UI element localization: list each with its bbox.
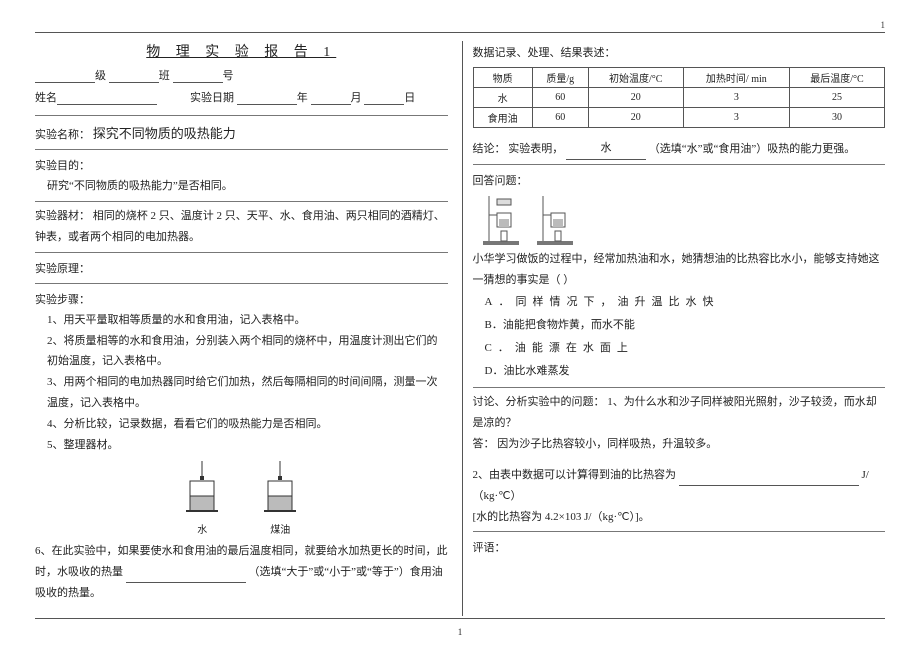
- qa-label: 回答问题：: [473, 172, 886, 188]
- cell: 3: [683, 108, 789, 128]
- equipment-value: 相同的烧杯 2 只、温度计 2 只、天平、水、食用油、两只相同的酒精灯、钟表，或…: [35, 210, 445, 243]
- page-number-bottom: 1: [35, 627, 885, 637]
- cell: 60: [532, 108, 588, 128]
- qa-intro: 小华学习做饭的过程中，经常加热油和水，她猜想油的比热容比水小，能够支持她这一猜想…: [473, 249, 886, 291]
- cell: 20: [588, 88, 683, 108]
- steps-list: 1、用天平量取相等质量的水和食用油，记入表格中。 2、将质量相等的水和食用油，分…: [35, 310, 448, 456]
- beaker-oil-icon: [256, 461, 304, 521]
- number-label: 号: [223, 70, 234, 82]
- records-label: 数据记录、处理、结果表述：: [473, 44, 886, 60]
- step-1: 1、用天平量取相等质量的水和食用油，记入表格中。: [47, 310, 448, 331]
- class-label: 班: [159, 70, 170, 82]
- conclusion-row: 结论： 实验表明， 水 （选填“水”或“食用油”）吸热的能力更强。: [473, 138, 886, 160]
- option-d[interactable]: D．油比水难蒸发: [485, 360, 886, 383]
- table-row: 水 60 20 3 25: [473, 88, 885, 108]
- two-column-layout: 物 理 实 验 报 告 1 级 班 号 姓名 实验日期 年 月 日 实验名称： …: [35, 41, 885, 616]
- col-initial-temp: 初始温度/°C: [588, 68, 683, 88]
- conclusion-post: （选填“水”或“食用油”）吸热的能力更强。: [649, 143, 856, 155]
- beaker-water-label: 水: [178, 521, 226, 536]
- data-table: 物质 质量/g 初始温度/°C 加热时间/ min 最后温度/°C 水 60 2…: [473, 67, 886, 128]
- purpose-value: 研究“不同物质的吸热能力”是否相同。: [35, 176, 448, 197]
- year-label: 年: [297, 92, 308, 104]
- month-blank[interactable]: [311, 104, 351, 105]
- question-6: 6、在此实验中，如果要使水和食用油的最后温度相同，就要给水加热更长的时间，此时，…: [35, 541, 448, 604]
- page-number-top: 1: [35, 20, 885, 30]
- option-c[interactable]: C．油能漂在水面上: [485, 337, 886, 360]
- q2-text: 2、由表中数据可以计算得到油的比热容为: [473, 469, 677, 481]
- discussion: 讨论、分析实验中的问题： 1、为什么水和沙子同样被阳光照射，沙子较烫，而水却是凉…: [473, 392, 886, 455]
- beaker-diagram: 水 煤油: [35, 461, 448, 536]
- option-a[interactable]: A．同样情况下，油升温比水快: [485, 291, 886, 314]
- bottom-rule: [35, 618, 885, 619]
- date-label: 实验日期: [190, 92, 234, 104]
- class-blank[interactable]: [109, 82, 159, 83]
- options: A．同样情况下，油升温比水快 B．油能把食物炸黄，而水不能 C．油能漂在水面上 …: [473, 291, 886, 383]
- name-date-line: 姓名 实验日期 年 月 日: [35, 89, 448, 105]
- day-label: 日: [404, 92, 415, 104]
- col-final-temp: 最后温度/°C: [789, 68, 884, 88]
- steps-label: 实验步骤：: [35, 291, 448, 307]
- equipment-label: 实验器材：: [35, 210, 90, 222]
- purpose-label: 实验目的：: [35, 157, 448, 173]
- beaker-water: 水: [178, 461, 226, 536]
- table-header-row: 物质 质量/g 初始温度/°C 加热时间/ min 最后温度/°C: [473, 68, 885, 88]
- exp-name-label: 实验名称：: [35, 129, 90, 141]
- cell: 20: [588, 108, 683, 128]
- left-column: 物 理 实 验 报 告 1 级 班 号 姓名 实验日期 年 月 日 实验名称： …: [35, 41, 448, 616]
- conclusion-blank[interactable]: 水: [566, 138, 646, 160]
- question-2: 2、由表中数据可以计算得到油的比热容为 J/（kg·℃） [水的比热容为 4.2…: [473, 465, 886, 528]
- cell: 食用油: [473, 108, 532, 128]
- beaker-oil-label: 煤油: [256, 521, 304, 536]
- cell: 水: [473, 88, 532, 108]
- conclusion-label: 结论：: [473, 143, 506, 155]
- number-blank[interactable]: [173, 82, 223, 83]
- grade-blank[interactable]: [35, 82, 95, 83]
- year-blank[interactable]: [237, 104, 297, 105]
- beaker-oil: 煤油: [256, 461, 304, 536]
- table-row: 食用油 60 20 3 30: [473, 108, 885, 128]
- col-substance: 物质: [473, 68, 532, 88]
- cell: 60: [532, 88, 588, 108]
- report-title: 物 理 实 验 报 告 1: [35, 41, 448, 61]
- step-5: 5、整理器材。: [47, 435, 448, 456]
- step-4: 4、分析比较，记录数据，看看它们的吸热能力是否相同。: [47, 414, 448, 435]
- name-blank[interactable]: [57, 104, 157, 105]
- retort-stand-icon: [533, 191, 579, 249]
- right-column: 数据记录、处理、结果表述： 物质 质量/g 初始温度/°C 加热时间/ min …: [462, 41, 886, 616]
- exp-name-row: 实验名称： 探究不同物质的吸热能力: [35, 123, 448, 142]
- beaker-water-icon: [178, 461, 226, 521]
- conclusion-pre: 实验表明，: [508, 143, 563, 155]
- grade-label: 级: [95, 70, 106, 82]
- day-blank[interactable]: [364, 104, 404, 105]
- col-heat-time: 加热时间/ min: [683, 68, 789, 88]
- top-rule: [35, 32, 885, 33]
- equipment-row: 实验器材： 相同的烧杯 2 只、温度计 2 只、天平、水、食用油、两只相同的酒精…: [35, 206, 448, 248]
- q2-blank[interactable]: [679, 485, 859, 486]
- principle-label: 实验原理：: [35, 260, 448, 276]
- step-3: 3、用两个相同的电加热器同时给它们加热，然后每隔相同的时间间隔，测量一次温度，记…: [47, 372, 448, 414]
- cell: 3: [683, 88, 789, 108]
- step-2: 2、将质量相等的水和食用油，分别装入两个相同的烧杯中，用温度计测出它们的初始温度…: [47, 331, 448, 373]
- answer-label: 答：: [473, 438, 495, 450]
- discuss-answer: 因为沙子比热容较小，同样吸热，升温较多。: [497, 438, 717, 450]
- cell: 25: [789, 88, 884, 108]
- name-label: 姓名: [35, 92, 57, 104]
- discuss-label: 讨论、分析实验中的问题：: [473, 396, 605, 408]
- month-label: 月: [351, 92, 362, 104]
- exp-name-value: 探究不同物质的吸热能力: [93, 126, 236, 141]
- cell: 30: [789, 108, 884, 128]
- class-line: 级 班 号: [35, 67, 448, 83]
- comment-label: 评语：: [473, 539, 886, 555]
- q2-hint: [水的比热容为 4.2×103 J/（kg·℃）]。: [473, 511, 650, 523]
- q6-blank[interactable]: [126, 582, 246, 583]
- col-mass: 质量/g: [532, 68, 588, 88]
- apparatus-images: [479, 191, 886, 249]
- option-b[interactable]: B．油能把食物炸黄，而水不能: [485, 314, 886, 337]
- retort-stand-icon: [479, 191, 525, 249]
